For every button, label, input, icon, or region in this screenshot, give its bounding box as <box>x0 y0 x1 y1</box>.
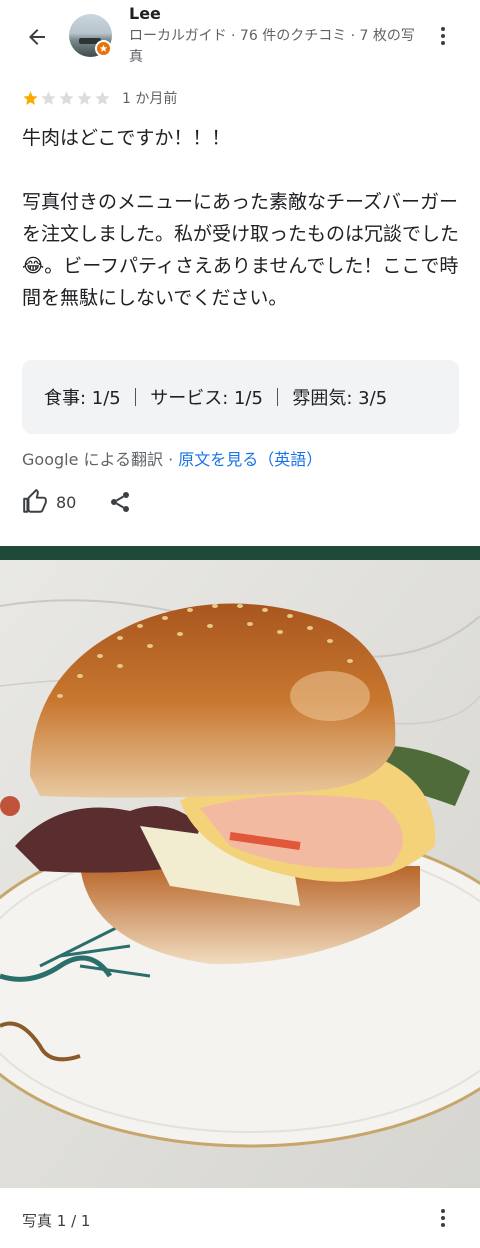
review-actions: 80 <box>22 486 134 518</box>
star-rating <box>22 90 111 107</box>
star-filled-icon <box>23 90 38 105</box>
star-empty-icon <box>41 90 56 105</box>
star-empty-icon <box>59 90 74 105</box>
photo-footer: 写真 1 / 1 <box>0 1188 480 1248</box>
local-guide-star-icon <box>95 40 112 57</box>
share-icon <box>111 492 130 512</box>
rating-row: 1 か月前 <box>22 88 177 108</box>
more-options-button[interactable] <box>430 22 456 50</box>
review-time: 1 か月前 <box>122 91 178 107</box>
back-arrow-icon <box>29 29 45 45</box>
review-header: Lee ローカルガイド · 76 件のクチコミ · 7 枚の写真 <box>0 0 480 78</box>
back-button[interactable] <box>18 18 56 56</box>
more-vert-icon <box>441 1209 445 1213</box>
reviewer-meta: ローカルガイド · 76 件のクチコミ · 7 枚の写真 <box>129 28 415 65</box>
thumb-up-icon <box>23 489 47 513</box>
like-button[interactable]: 80 <box>22 489 76 515</box>
review-photo[interactable] <box>0 546 480 1188</box>
share-button[interactable] <box>106 488 134 516</box>
see-original-link[interactable]: 原文を見る（英語） <box>178 450 322 469</box>
more-vert-icon <box>441 27 445 31</box>
reviewer-name[interactable]: Lee <box>129 4 161 23</box>
scores-text: 食事: 1/5 ｜ サービス: 1/5 ｜ 雰囲気: 3/5 <box>44 388 388 409</box>
translation-row: Google による翻訳 · 原文を見る（英語） <box>22 446 322 470</box>
like-count: 80 <box>56 492 77 512</box>
scores-box: 食事: 1/5 ｜ サービス: 1/5 ｜ 雰囲気: 3/5 <box>22 360 459 434</box>
star-empty-icon <box>95 90 110 105</box>
photo-counter: 写真 1 / 1 <box>22 1212 91 1230</box>
photo-more-button[interactable] <box>430 1204 456 1232</box>
review-text: 牛肉はどこですか！！！ 写真付きのメニューにあった素敵なチーズバーガーを注文しま… <box>22 127 460 309</box>
translated-by-label: Google による翻訳 · <box>22 450 179 469</box>
star-empty-icon <box>77 90 92 105</box>
